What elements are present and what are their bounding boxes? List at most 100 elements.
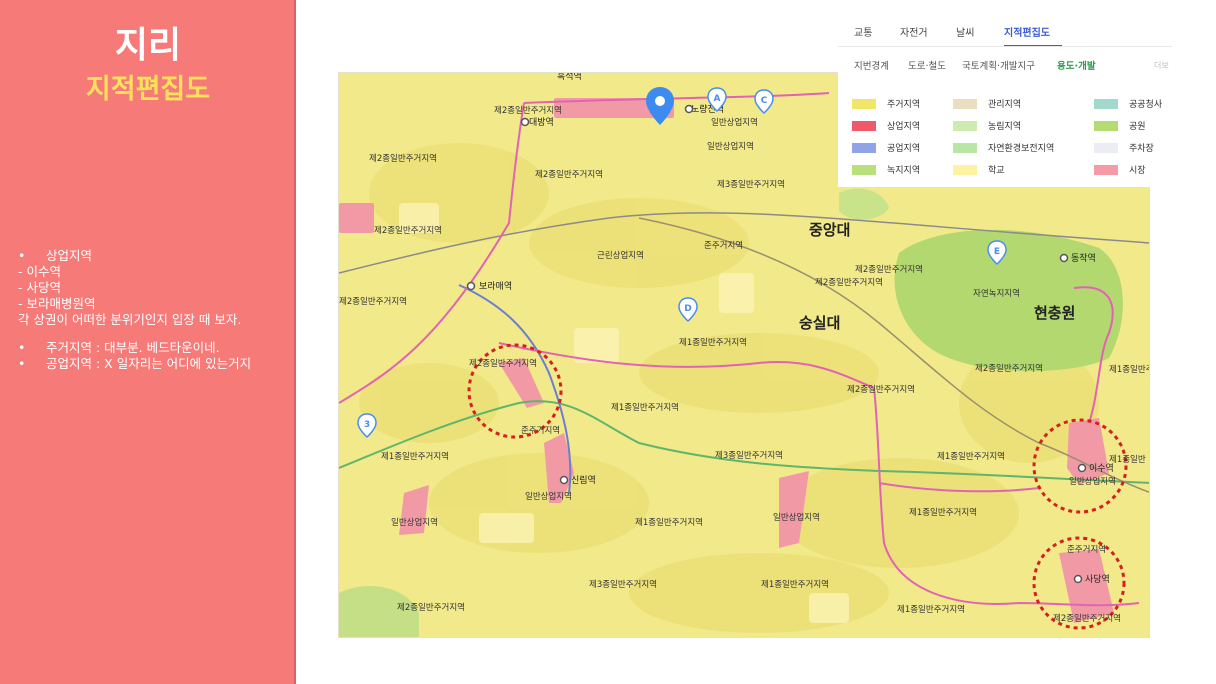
- slide-subtitle: 지적편집도: [85, 74, 211, 105]
- legend-label: 학교: [988, 166, 1005, 176]
- marker-letter: E: [994, 247, 1000, 257]
- legend-item: 녹지지역: [852, 163, 920, 176]
- legend-label: 주차장: [1129, 144, 1154, 154]
- legend-swatch: [953, 164, 977, 175]
- zone-label: 준주거지역: [1067, 544, 1106, 555]
- area-label: 숭실대: [799, 314, 840, 332]
- zone-label: 제1종일반주거지역: [909, 507, 977, 518]
- subtab-national-plan[interactable]: 국토계획·개발지구: [962, 58, 1035, 72]
- note-bullet: • 상업지역: [18, 248, 93, 263]
- note-line: - 사당역: [18, 280, 61, 295]
- subtab-more[interactable]: 더보: [1154, 60, 1169, 71]
- legend-label: 공업지역: [887, 144, 921, 154]
- note-bullet: • 공업지역 : X 일자리는 어디에 있는거지: [18, 356, 252, 371]
- slide-panel: 지리 지적편집도 • 상업지역 - 이수역 - 사당역 - 보라매병원역 각 상권…: [0, 0, 296, 684]
- zone-label: 제1종일반주거지역: [381, 451, 449, 462]
- station-label: 동작역: [1071, 253, 1096, 264]
- zone-label: 제1종일반주거지역: [635, 517, 703, 528]
- zone-label: 제3종일반주거지역: [589, 579, 657, 590]
- legend-swatch: [1094, 164, 1118, 175]
- zone-label: 제2종일반주거지역: [975, 363, 1043, 374]
- legend-swatch: [852, 120, 876, 131]
- zone-label: 일반상업지역: [711, 117, 758, 128]
- legend-swatch: [953, 120, 977, 131]
- slide-notes: • 상업지역 - 이수역 - 사당역 - 보라매병원역 각 상권이 어떠한 분위기…: [18, 248, 294, 372]
- station-label: 신림역: [571, 474, 596, 486]
- slide-title: 지리: [114, 25, 182, 66]
- zone-label: 제3종일반주거지역: [715, 450, 783, 461]
- station-label: 대방역: [529, 117, 554, 128]
- zone-label: 제2종일반주거지역: [855, 264, 923, 275]
- note-commercial: 상업지역: [46, 248, 93, 263]
- legend-swatch: [1094, 142, 1118, 153]
- zone-label: 제1종일반주거지역: [679, 337, 747, 348]
- legend-item: 학교: [953, 163, 1005, 176]
- legend-swatch: [953, 142, 977, 153]
- legend-item: 시장: [1094, 163, 1146, 176]
- zone-label: 일반상업지역: [525, 491, 572, 502]
- legend-label: 시장: [1129, 166, 1146, 176]
- zone-label: 제1종일반주거지역: [897, 604, 965, 615]
- marker-letter: A: [714, 94, 721, 104]
- zone-label: 자연녹지지역: [973, 288, 1020, 299]
- legend-swatch: [1094, 120, 1118, 131]
- station-label: 흑석역: [557, 73, 582, 82]
- zone-label: 제1종일반주거지역: [937, 451, 1005, 462]
- legend-item: 농림지역: [953, 119, 1021, 132]
- legend-item: 관리지역: [953, 97, 1021, 110]
- note-line: 각 상권이 어떠한 분위기인지 입장 때 보자.: [18, 312, 242, 327]
- legend-item: 주거지역: [852, 97, 920, 110]
- legend-label: 자연환경보전지역: [988, 144, 1055, 154]
- map-layer-tabs: 교통 자전거 날씨 지적편집도: [838, 18, 1172, 47]
- station-label: 사당역: [1085, 574, 1110, 585]
- zone-label: 제2종일반주거지역: [535, 169, 603, 180]
- zoning-legend-panel: 지번경계 도로·철도 국토계획·개발지구 용도·개발 더보 주거지역상업지역공업…: [838, 46, 1172, 187]
- station-label: 보라매역: [479, 281, 512, 292]
- tab-weather[interactable]: 날씨: [956, 24, 974, 39]
- legend-item: 주차장: [1094, 141, 1154, 154]
- subtab-lot-boundary[interactable]: 지번경계: [854, 58, 889, 72]
- marker-letter: 3: [364, 420, 370, 430]
- area-label: 중앙대: [809, 221, 850, 239]
- legend-label: 주거지역: [887, 100, 921, 110]
- legend-label: 공원: [1129, 122, 1146, 132]
- note-residential: 주거지역 : 대부분. 베드타운이네.: [46, 340, 220, 355]
- note-bullet: • 주거지역 : 대부분. 베드타운이네.: [18, 340, 220, 355]
- legend-label: 상업지역: [887, 122, 921, 132]
- zone-label: 제2종일반주거지역: [847, 384, 915, 395]
- marker-letter: C: [761, 96, 768, 106]
- legend-label: 관리지역: [988, 100, 1022, 110]
- tab-cadastral-map[interactable]: 지적편집도: [1004, 24, 1050, 39]
- tab-bicycle[interactable]: 자전거: [900, 24, 928, 39]
- legend-item: 공원: [1094, 119, 1146, 132]
- tab-traffic[interactable]: 교통: [854, 24, 872, 39]
- zone-label: 일반상업지역: [391, 517, 438, 528]
- zone-label: 준주거지역: [704, 240, 743, 251]
- zone-label: 제1종일반주거지역: [1109, 364, 1150, 375]
- legend-label: 농림지역: [988, 122, 1022, 132]
- zone-label: 제2종일반주거지역: [397, 602, 465, 613]
- legend-item: 상업지역: [852, 119, 920, 132]
- note-industrial: 공업지역 : X 일자리는 어디에 있는거지: [46, 356, 252, 371]
- zone-label: 근린상업지역: [597, 250, 644, 261]
- zone-label: 제2종일반주거지역: [469, 358, 537, 369]
- zone-label: 일반상업지역: [773, 512, 820, 523]
- legend-swatch: [852, 164, 876, 175]
- legend-swatch: [852, 142, 876, 153]
- legend-swatch: [1094, 98, 1118, 109]
- zone-label: 일반상업지역: [1069, 476, 1116, 487]
- zone-label: 제2종일반주거지역: [815, 277, 883, 288]
- subtab-road-rail[interactable]: 도로·철도: [908, 58, 946, 72]
- legend-item: 자연환경보전지역: [953, 141, 1054, 154]
- legend-label: 공공청사: [1129, 100, 1163, 110]
- zone-label: 제2종일반주거지역: [1053, 613, 1121, 624]
- zone-label: 제2종일반주거지역: [494, 105, 562, 116]
- zone-label: 일반상업지역: [707, 141, 754, 152]
- zone-label: 제3종일반주거지역: [717, 179, 785, 190]
- subtab-land-use[interactable]: 용도·개발: [1057, 58, 1096, 72]
- legend-swatch: [852, 98, 876, 109]
- legend-label: 녹지지역: [887, 166, 921, 176]
- zone-label: 제2종일반주거지역: [374, 225, 442, 236]
- zone-label: 제1종일반주거지역: [611, 402, 679, 413]
- legend-swatch: [953, 98, 977, 109]
